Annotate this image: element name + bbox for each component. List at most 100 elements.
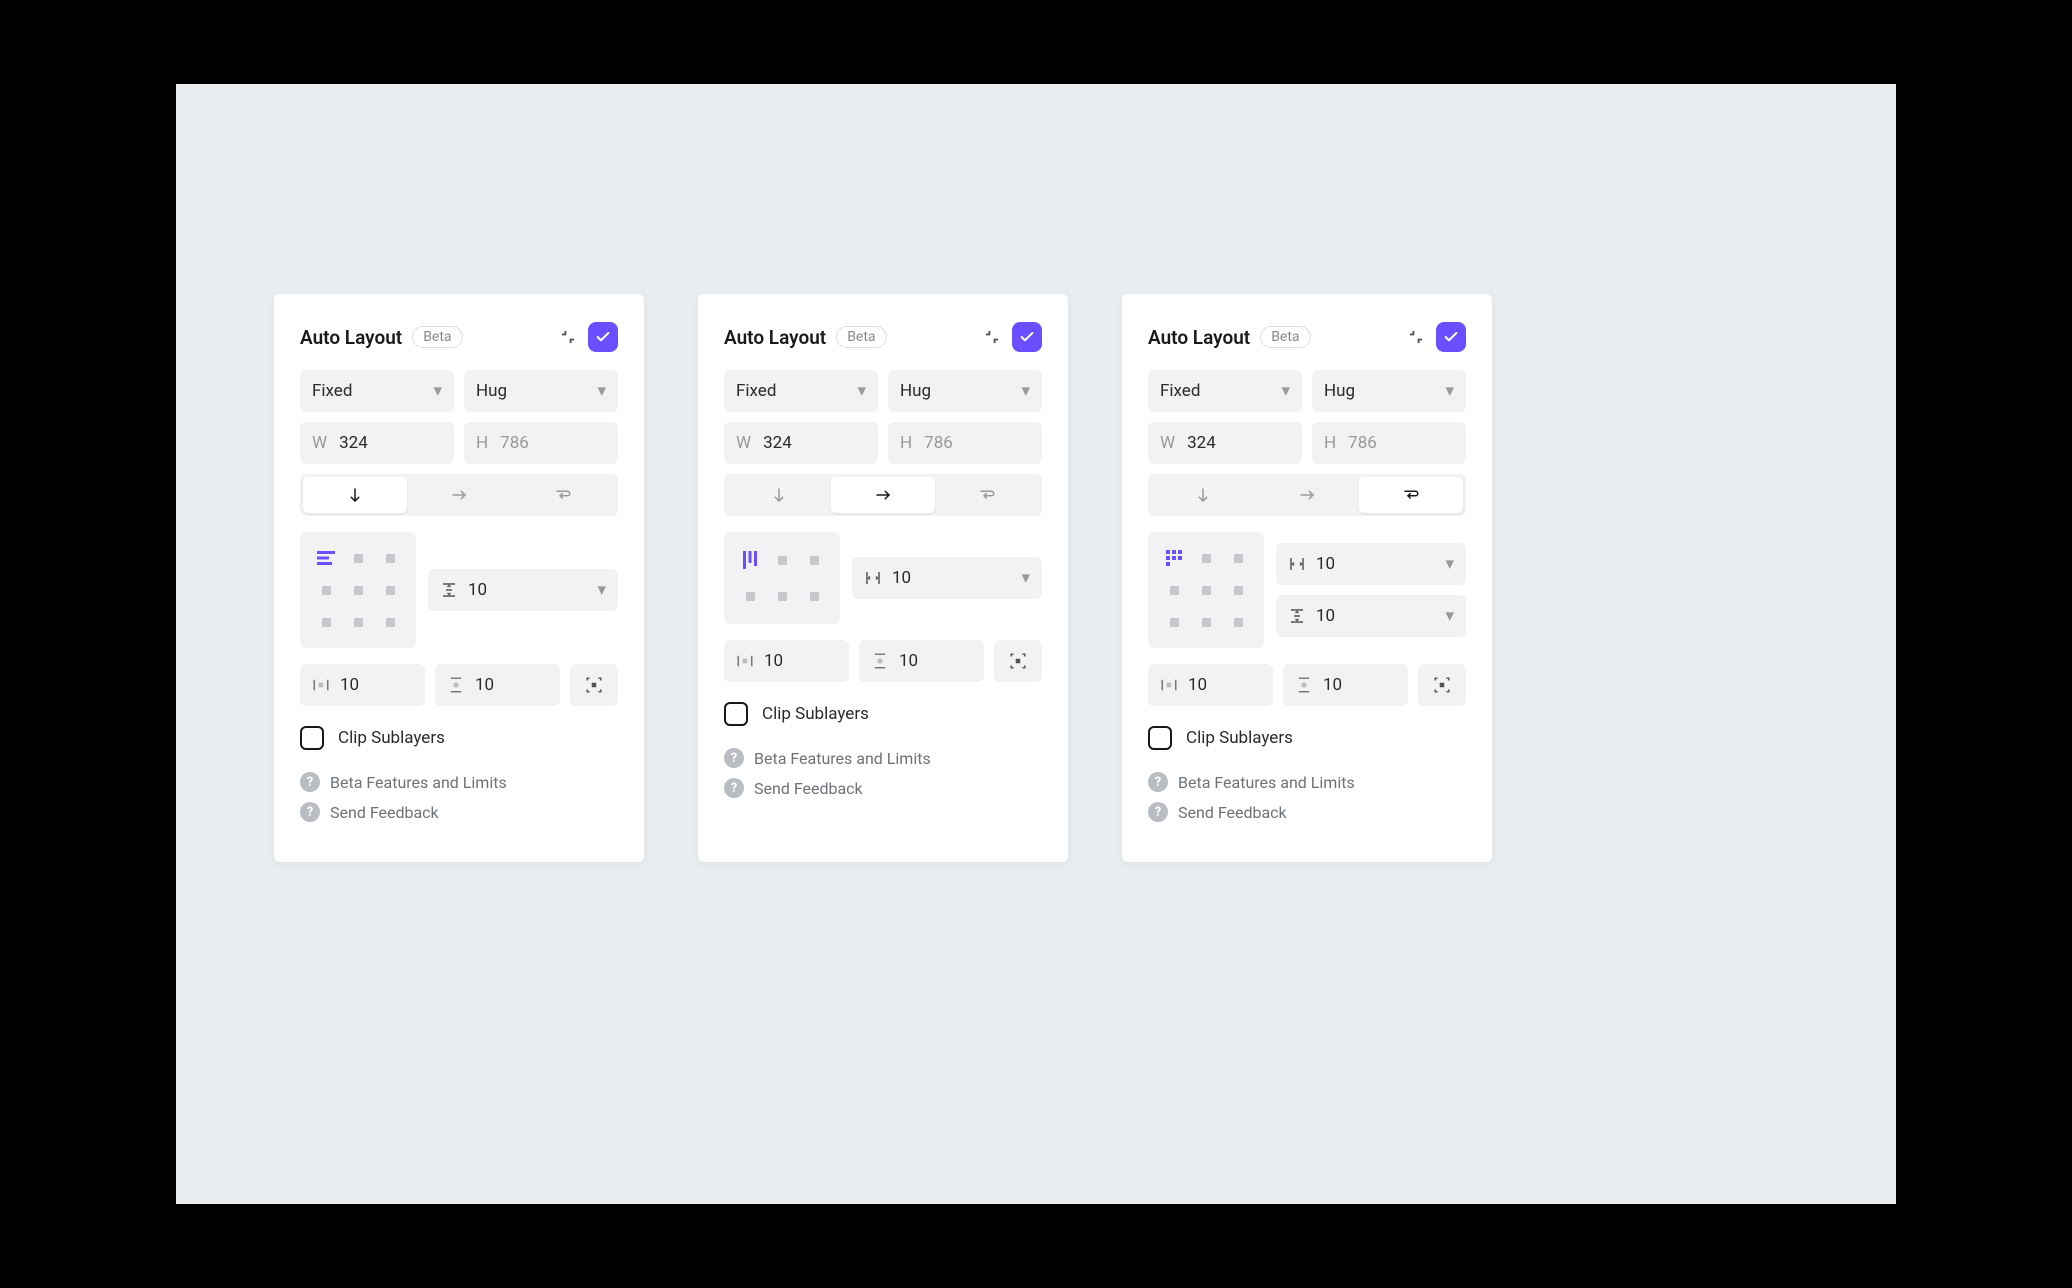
beta-badge: Beta — [412, 326, 462, 348]
padding-horizontal-input[interactable]: 10 — [724, 640, 849, 682]
gap-input[interactable]: 10 ▾ — [428, 569, 618, 611]
height-input[interactable]: H 786 — [464, 422, 618, 464]
direction-wrap-button[interactable] — [1359, 477, 1463, 513]
alignment-grid[interactable] — [724, 532, 840, 624]
align-bot-right[interactable] — [798, 578, 830, 614]
padding-h-value: 10 — [1188, 675, 1207, 695]
direction-horizontal-button[interactable] — [831, 477, 935, 513]
padding-individual-button[interactable] — [994, 640, 1042, 682]
gap-input[interactable]: 10 ▾ — [852, 557, 1042, 599]
align-mid-right[interactable] — [1222, 574, 1254, 606]
align-top-center[interactable] — [1190, 542, 1222, 574]
auto-layout-toggle[interactable] — [1012, 322, 1042, 352]
align-top-left[interactable] — [1158, 542, 1190, 574]
chevron-down-icon: ▾ — [597, 381, 606, 401]
direction-vertical-button[interactable] — [727, 477, 831, 513]
direction-vertical-button[interactable] — [1151, 477, 1255, 513]
chevron-down-icon: ▾ — [1445, 606, 1454, 626]
beta-features-link[interactable]: ?Beta Features and Limits — [724, 748, 1042, 768]
clip-sublayers-checkbox[interactable] — [724, 702, 748, 726]
padding-vertical-input[interactable]: 10 — [859, 640, 984, 682]
canvas: Auto Layout Beta Fixed ▾ — [176, 84, 1896, 1204]
horizontal-gap-input[interactable]: 10 ▾ — [1276, 543, 1466, 585]
collapse-icon[interactable] — [982, 327, 1002, 347]
align-bot-left[interactable] — [1158, 606, 1190, 638]
padding-vertical-input[interactable]: 10 — [435, 664, 560, 706]
padding-horizontal-input[interactable]: 10 — [1148, 664, 1273, 706]
auto-layout-panel: Auto Layout Beta Fixed▾ Hug▾ W324 H786 — [698, 294, 1068, 862]
align-bot-left[interactable] — [310, 606, 342, 638]
padding-v-value: 10 — [475, 675, 494, 695]
direction-wrap-button[interactable] — [511, 477, 615, 513]
align-mid-center[interactable] — [1190, 574, 1222, 606]
align-bot-center[interactable] — [1190, 606, 1222, 638]
padding-individual-button[interactable] — [1418, 664, 1466, 706]
align-mid-left[interactable] — [1158, 574, 1190, 606]
panels-container: Auto Layout Beta Fixed ▾ — [274, 294, 1492, 862]
collapse-icon[interactable] — [1406, 327, 1426, 347]
padding-individual-button[interactable] — [570, 664, 618, 706]
height-mode-select[interactable]: Hug▾ — [888, 370, 1042, 412]
padding-horizontal-input[interactable]: 10 — [300, 664, 425, 706]
height-input[interactable]: H786 — [1312, 422, 1466, 464]
width-input[interactable]: W 324 — [300, 422, 454, 464]
auto-layout-toggle[interactable] — [1436, 322, 1466, 352]
direction-horizontal-button[interactable] — [407, 477, 511, 513]
height-mode-select[interactable]: Hug ▾ — [464, 370, 618, 412]
clip-sublayers-checkbox[interactable] — [1148, 726, 1172, 750]
width-label: W — [1160, 433, 1175, 453]
align-bot-left[interactable] — [734, 578, 766, 614]
beta-badge: Beta — [1260, 326, 1310, 348]
chevron-down-icon: ▾ — [433, 381, 442, 401]
send-feedback-label: Send Feedback — [330, 803, 439, 822]
chevron-down-icon: ▾ — [597, 580, 606, 600]
height-mode-value: Hug — [900, 381, 931, 401]
align-mid-center[interactable] — [342, 574, 374, 606]
direction-vertical-button[interactable] — [303, 477, 407, 513]
alignment-grid[interactable] — [300, 532, 416, 648]
clip-sublayers-checkbox[interactable] — [300, 726, 324, 750]
padding-horizontal-icon — [736, 652, 754, 670]
align-top-right[interactable] — [798, 542, 830, 578]
align-bot-center[interactable] — [766, 578, 798, 614]
width-input[interactable]: W324 — [724, 422, 878, 464]
align-bot-right[interactable] — [374, 606, 406, 638]
width-mode-select[interactable]: Fixed▾ — [724, 370, 878, 412]
padding-vertical-input[interactable]: 10 — [1283, 664, 1408, 706]
beta-features-link[interactable]: ?Beta Features and Limits — [1148, 772, 1466, 792]
auto-layout-toggle[interactable] — [588, 322, 618, 352]
align-top-center[interactable] — [342, 542, 374, 574]
width-value: 324 — [1187, 433, 1216, 453]
send-feedback-link[interactable]: ?Send Feedback — [1148, 802, 1466, 822]
align-bot-center[interactable] — [342, 606, 374, 638]
align-top-right[interactable] — [1222, 542, 1254, 574]
align-top-right[interactable] — [374, 542, 406, 574]
send-feedback-link[interactable]: ? Send Feedback — [300, 802, 618, 822]
auto-layout-panel: Auto Layout Beta Fixed ▾ — [274, 294, 644, 862]
panel-title: Auto Layout — [300, 326, 402, 349]
padding-vertical-icon — [871, 652, 889, 670]
align-top-left[interactable] — [734, 542, 766, 578]
align-bot-right[interactable] — [1222, 606, 1254, 638]
align-mid-right[interactable] — [374, 574, 406, 606]
direction-segmented — [300, 474, 618, 516]
height-value: 786 — [924, 433, 953, 453]
send-feedback-link[interactable]: ?Send Feedback — [724, 778, 1042, 798]
align-top-center[interactable] — [766, 542, 798, 578]
width-mode-select[interactable]: Fixed▾ — [1148, 370, 1302, 412]
direction-wrap-button[interactable] — [935, 477, 1039, 513]
align-top-left[interactable] — [310, 542, 342, 574]
align-mid-left[interactable] — [310, 574, 342, 606]
direction-horizontal-button[interactable] — [1255, 477, 1359, 513]
padding-v-value: 10 — [1323, 675, 1342, 695]
vertical-gap-input[interactable]: 10 ▾ — [1276, 595, 1466, 637]
width-input[interactable]: W 324 — [1148, 422, 1302, 464]
height-mode-select[interactable]: Hug▾ — [1312, 370, 1466, 412]
height-input[interactable]: H786 — [888, 422, 1042, 464]
padding-v-value: 10 — [899, 651, 918, 671]
width-mode-select[interactable]: Fixed ▾ — [300, 370, 454, 412]
beta-features-link[interactable]: ? Beta Features and Limits — [300, 772, 618, 792]
collapse-icon[interactable] — [558, 327, 578, 347]
clip-sublayers-label: Clip Sublayers — [338, 728, 445, 748]
alignment-grid[interactable] — [1148, 532, 1264, 648]
